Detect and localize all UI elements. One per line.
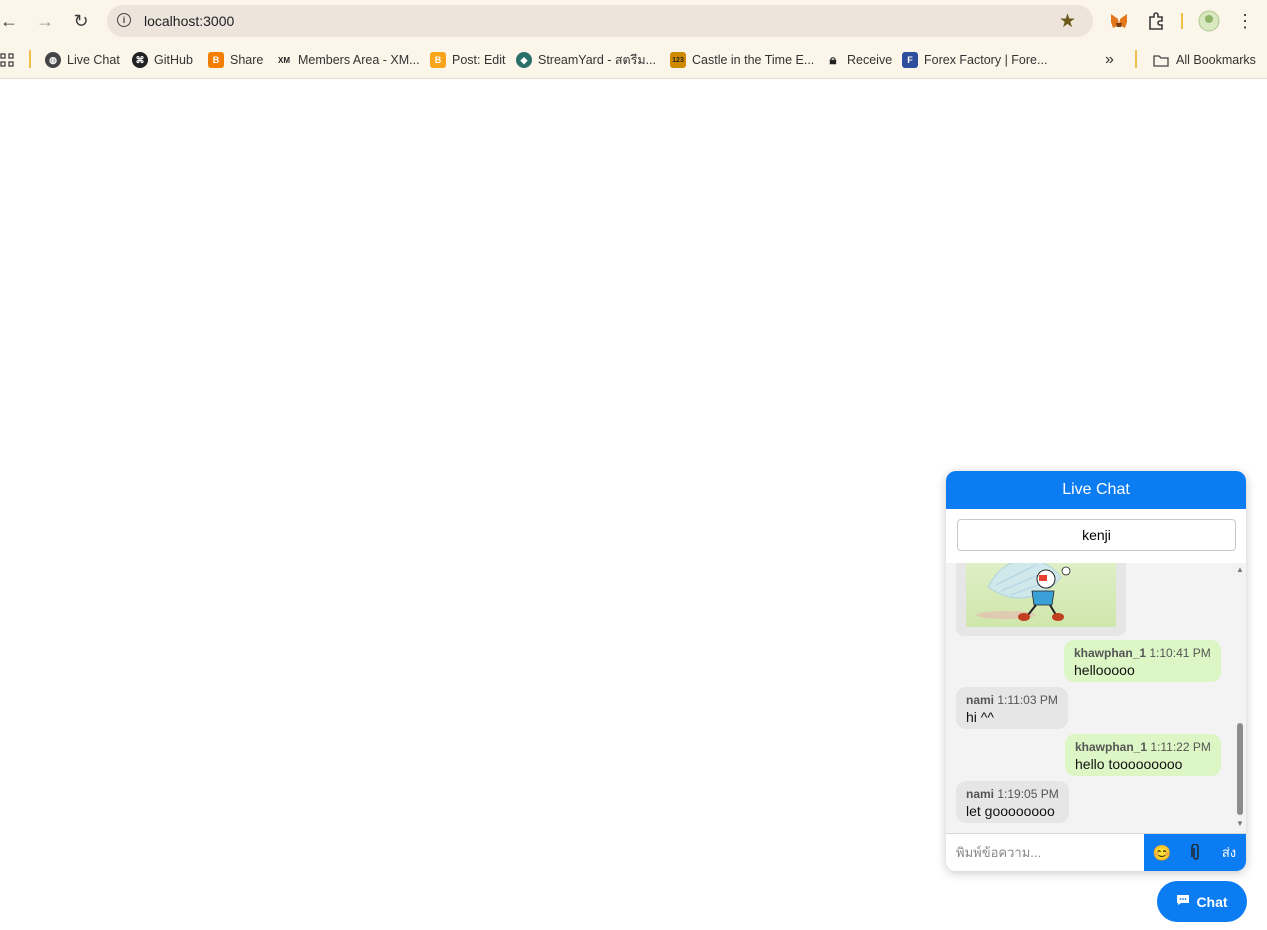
message-text: let goooooooo — [966, 803, 1055, 819]
chat-header-title: Live Chat — [946, 471, 1246, 509]
attach-button[interactable] — [1180, 834, 1212, 871]
toolbar-divider — [1181, 13, 1183, 29]
message-username: khawphan_1 — [1074, 646, 1147, 660]
blogger-icon: B — [208, 52, 224, 68]
message-bubble-other: nami 1:11:03 PM hi ^^ — [956, 687, 1068, 729]
folder-icon — [1153, 54, 1169, 67]
bookmark-forex-factory[interactable]: F Forex Factory | Fore... — [902, 50, 1047, 70]
message-meta: khawphan_1 1:10:41 PM — [1074, 646, 1211, 661]
bookmarks-bar: ◍ Live Chat ⌘ GitHub B Share XM Members … — [0, 42, 1267, 79]
message-username: nami — [966, 693, 995, 707]
bookmark-label: StreamYard - สตรีม... — [538, 53, 656, 67]
bookmark-streamyard[interactable]: ◆ StreamYard - สตรีม... — [516, 50, 656, 70]
blogger-icon: B — [430, 52, 446, 68]
message-scrollbar[interactable]: ▲ ▼ — [1234, 563, 1246, 833]
browser-toolbar: ← → ↻ i localhost:3000 ★ ⋮ — [0, 0, 1267, 42]
bookmark-label: Members Area - XM... — [298, 53, 420, 67]
message-input[interactable] — [946, 834, 1144, 871]
bookmark-receive[interactable]: 🔒︎ Receive — [825, 50, 893, 70]
message-time: 1:11:22 PM — [1150, 740, 1211, 754]
apps-grid-icon[interactable] — [0, 50, 14, 70]
forexfactory-icon: F — [902, 52, 918, 68]
xm-icon: XM — [278, 55, 290, 65]
profile-avatar[interactable] — [1197, 9, 1221, 33]
123hd-icon: 123 — [670, 52, 686, 68]
emoji-button[interactable]: 😊 — [1144, 834, 1180, 871]
bookmark-live-chat[interactable]: ◍ Live Chat — [45, 50, 120, 70]
lock-icon: 🔒︎ — [829, 52, 837, 67]
address-url[interactable]: localhost:3000 — [144, 13, 234, 29]
chat-toggle-button[interactable]: Chat — [1157, 881, 1247, 922]
chat-window: Live Chat khawphan_1 — [946, 471, 1246, 871]
bookmark-label: Forex Factory | Fore... — [924, 53, 1048, 67]
bookmark-post-edit[interactable]: B Post: Edit — [430, 50, 506, 70]
message-username: khawphan_1 — [1075, 740, 1148, 754]
bookmark-label: Castle in the Time E... — [692, 53, 815, 67]
github-icon: ⌘ — [132, 52, 148, 68]
bookmark-label: GitHub — [154, 53, 193, 67]
bookmark-members-area[interactable]: XM Members Area - XM... — [276, 50, 420, 70]
message-text: hello tooooooooo — [1075, 756, 1183, 772]
globe-icon: ◍ — [45, 52, 61, 68]
bookmarks-divider — [1135, 50, 1137, 68]
message-username: nami — [966, 787, 995, 801]
message-bubble-other: nami 1:19:05 PM let goooooooo — [956, 781, 1069, 823]
browser-menu-icon[interactable]: ⋮ — [1233, 9, 1257, 33]
bookmark-castle[interactable]: 123 Castle in the Time E... — [670, 50, 814, 70]
back-icon[interactable]: ← — [0, 9, 21, 33]
forward-icon[interactable]: → — [33, 9, 57, 33]
message-text: hellooooo — [1074, 662, 1135, 678]
all-bookmarks-button[interactable]: All Bookmarks — [1153, 50, 1256, 70]
message-time: 1:11:03 PM — [997, 693, 1058, 707]
bookmarks-divider — [29, 50, 31, 68]
message-time: 1:19:05 PM — [997, 787, 1059, 801]
reload-icon[interactable]: ↻ — [69, 9, 93, 33]
address-bar[interactable]: i localhost:3000 ★ — [107, 5, 1093, 37]
paperclip-icon — [1191, 844, 1199, 860]
scrollbar-thumb[interactable] — [1237, 723, 1243, 815]
site-info-icon[interactable]: i — [117, 13, 131, 27]
bookmark-label: Share — [230, 53, 264, 67]
scroll-up-arrow-icon[interactable]: ▲ — [1236, 566, 1244, 574]
scroll-down-arrow-icon[interactable]: ▼ — [1236, 820, 1244, 828]
chat-toggle-label: Chat — [1196, 893, 1228, 910]
more-bookmarks-chevron-icon[interactable]: » — [1105, 50, 1114, 70]
image-message — [956, 563, 1126, 636]
message-meta: khawphan_1 1:11:22 PM — [1075, 740, 1211, 755]
message-input-bar: 😊 ส่ง — [946, 833, 1246, 871]
username-area — [946, 509, 1246, 563]
extensions-puzzle-icon[interactable] — [1144, 9, 1168, 33]
bookmark-star-icon[interactable]: ★ — [1059, 10, 1076, 33]
metamask-extension-icon[interactable] — [1107, 9, 1131, 33]
message-time: 1:10:41 PM — [1149, 646, 1211, 660]
bookmark-github[interactable]: ⌘ GitHub — [132, 50, 193, 70]
message-text: hi ^^ — [966, 709, 994, 725]
message-meta: nami 1:11:03 PM — [966, 693, 1058, 708]
message-meta: nami 1:19:05 PM — [966, 787, 1059, 802]
chat-bubble-icon — [1176, 894, 1190, 909]
message-bubble-self: khawphan_1 1:11:22 PM hello tooooooooo — [1065, 734, 1221, 776]
bookmark-label: Live Chat — [67, 53, 120, 67]
bookmark-label: Post: Edit — [452, 53, 506, 67]
cartoon-image[interactable] — [966, 563, 1116, 627]
all-bookmarks-label: All Bookmarks — [1176, 53, 1256, 67]
streamyard-icon: ◆ — [516, 52, 532, 68]
username-input[interactable] — [957, 519, 1236, 551]
bookmark-label: Receive — [847, 53, 893, 67]
chat-action-buttons: 😊 ส่ง — [1144, 834, 1246, 871]
send-button[interactable]: ส่ง — [1212, 834, 1246, 871]
message-bubble-self: khawphan_1 1:10:41 PM hellooooo — [1064, 640, 1221, 682]
message-list[interactable]: khawphan_1 1:10:41 PM hellooooo nami 1:1… — [946, 563, 1246, 833]
bookmark-share[interactable]: B Share — [208, 50, 263, 70]
